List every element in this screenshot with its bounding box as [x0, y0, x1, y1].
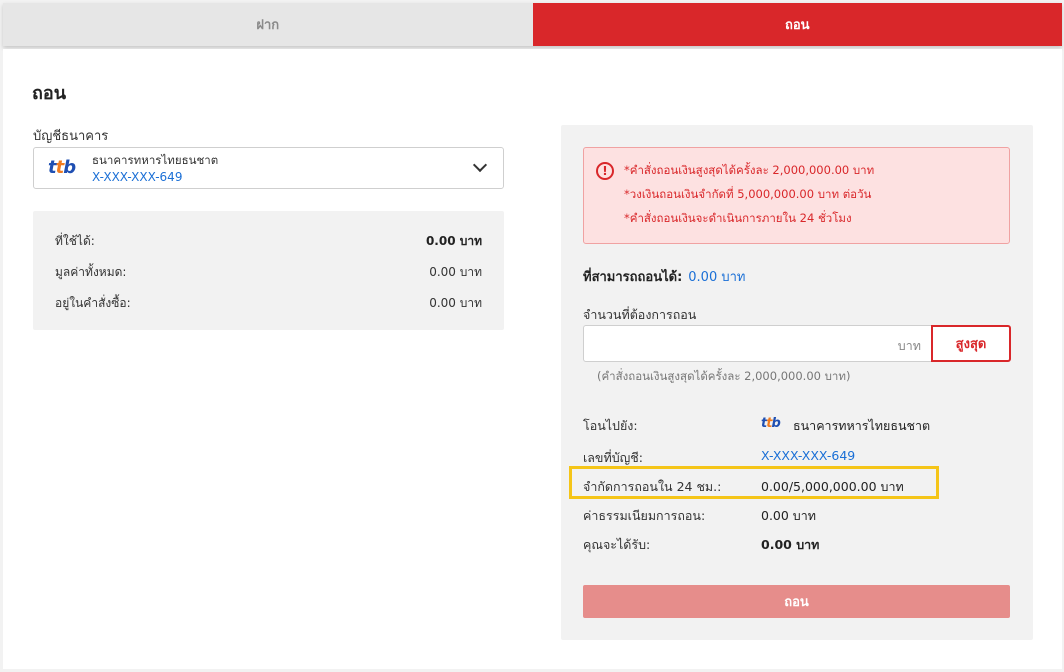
tab-deposit[interactable]: ฝาก	[3, 3, 533, 46]
bank-account-select[interactable]: ttb ธนาคารทหารไทยธนชาต X-XXX-XXX-649	[33, 147, 504, 189]
chevron-down-icon	[472, 157, 488, 173]
withdraw-limit-value: 0.00/5,000,000.00 บาท	[761, 479, 904, 494]
withdraw-notice: ! *คำสั่งถอนเงินสูงสุดได้ครั้งละ 2,000,0…	[583, 147, 1010, 244]
bank-name: ธนาคารทหารไทยธนชาต	[92, 153, 219, 167]
fee-value: 0.00 บาท	[761, 508, 816, 523]
withdraw-limit-label: จำกัดการถอนใน 24 ชม.:	[583, 479, 722, 494]
alert-icon: !	[596, 162, 614, 180]
in-orders-label: อยู่ในคำสั่งซื้อ:	[55, 296, 131, 310]
tab-withdraw[interactable]: ถอน	[532, 3, 1062, 46]
amount-field[interactable]: บาท	[583, 325, 931, 362]
withdrawable-amount: ที่สามารถถอนได้: 0.00 บาท	[583, 266, 745, 287]
notice-line: *คำสั่งถอนเงินสูงสุดได้ครั้งละ 2,000,000…	[624, 163, 875, 177]
in-orders-value: 0.00 บาท	[429, 296, 482, 310]
receive-label: คุณจะได้รับ:	[583, 537, 651, 552]
ttb-logo-icon: ttb	[761, 416, 781, 431]
balance-row-available: ที่ใช้ได้: 0.00 บาท	[55, 232, 482, 251]
available-value: 0.00 บาท	[425, 234, 482, 248]
page-title: ถอน	[32, 83, 67, 104]
withdraw-card: ถอน บัญชีธนาคาร ttb ธนาคารทหารไทยธนชาต X…	[3, 49, 1062, 669]
total-label: มูลค่าทั้งหมด:	[55, 265, 127, 279]
account-number-value: X-XXX-XXX-649	[761, 448, 856, 463]
notice-line: *คำสั่งถอนเงินจะดำเนินการภายใน 24 ชั่วโม…	[624, 211, 852, 225]
amount-unit: บาท	[897, 338, 921, 353]
receive-value: 0.00 บาท	[761, 537, 820, 552]
amount-label: จำนวนที่ต้องการถอน	[583, 307, 697, 322]
max-button[interactable]: สูงสุด	[931, 325, 1011, 362]
bank-account-number: X-XXX-XXX-649	[92, 170, 183, 184]
withdrawable-value: 0.00 บาท	[688, 270, 746, 285]
transfer-to-label: โอนไปยัง:	[583, 418, 638, 433]
available-label: ที่ใช้ได้:	[55, 234, 95, 248]
total-value: 0.00 บาท	[429, 265, 482, 279]
withdrawable-label: ที่สามารถถอนได้:	[583, 270, 683, 285]
fee-label: ค่าธรรมเนียมการถอน:	[583, 508, 706, 523]
ttb-logo-icon: ttb	[48, 157, 76, 178]
balance-row-in-orders: อยู่ในคำสั่งซื้อ: 0.00 บาท	[55, 294, 482, 313]
withdraw-submit-button[interactable]: ถอน	[583, 585, 1010, 618]
withdraw-form-panel: ! *คำสั่งถอนเงินสูงสุดได้ครั้งละ 2,000,0…	[561, 125, 1033, 640]
balance-summary: ที่ใช้ได้: 0.00 บาท มูลค่าทั้งหมด: 0.00 …	[33, 211, 504, 330]
amount-hint: (คำสั่งถอนเงินสูงสุดได้ครั้งละ 2,000,000…	[597, 369, 851, 383]
account-number-label: เลขที่บัญชี:	[583, 450, 643, 465]
amount-input[interactable]	[584, 326, 874, 361]
tab-bar: ฝาก ถอน	[3, 3, 1062, 46]
balance-row-total: มูลค่าทั้งหมด: 0.00 บาท	[55, 263, 482, 282]
transfer-to-bank: ธนาคารทหารไทยธนชาต	[793, 418, 931, 433]
bank-account-label: บัญชีธนาคาร	[33, 129, 109, 144]
notice-line: *วงเงินถอนเงินจำกัดที่ 5,000,000.00 บาท …	[624, 187, 872, 201]
